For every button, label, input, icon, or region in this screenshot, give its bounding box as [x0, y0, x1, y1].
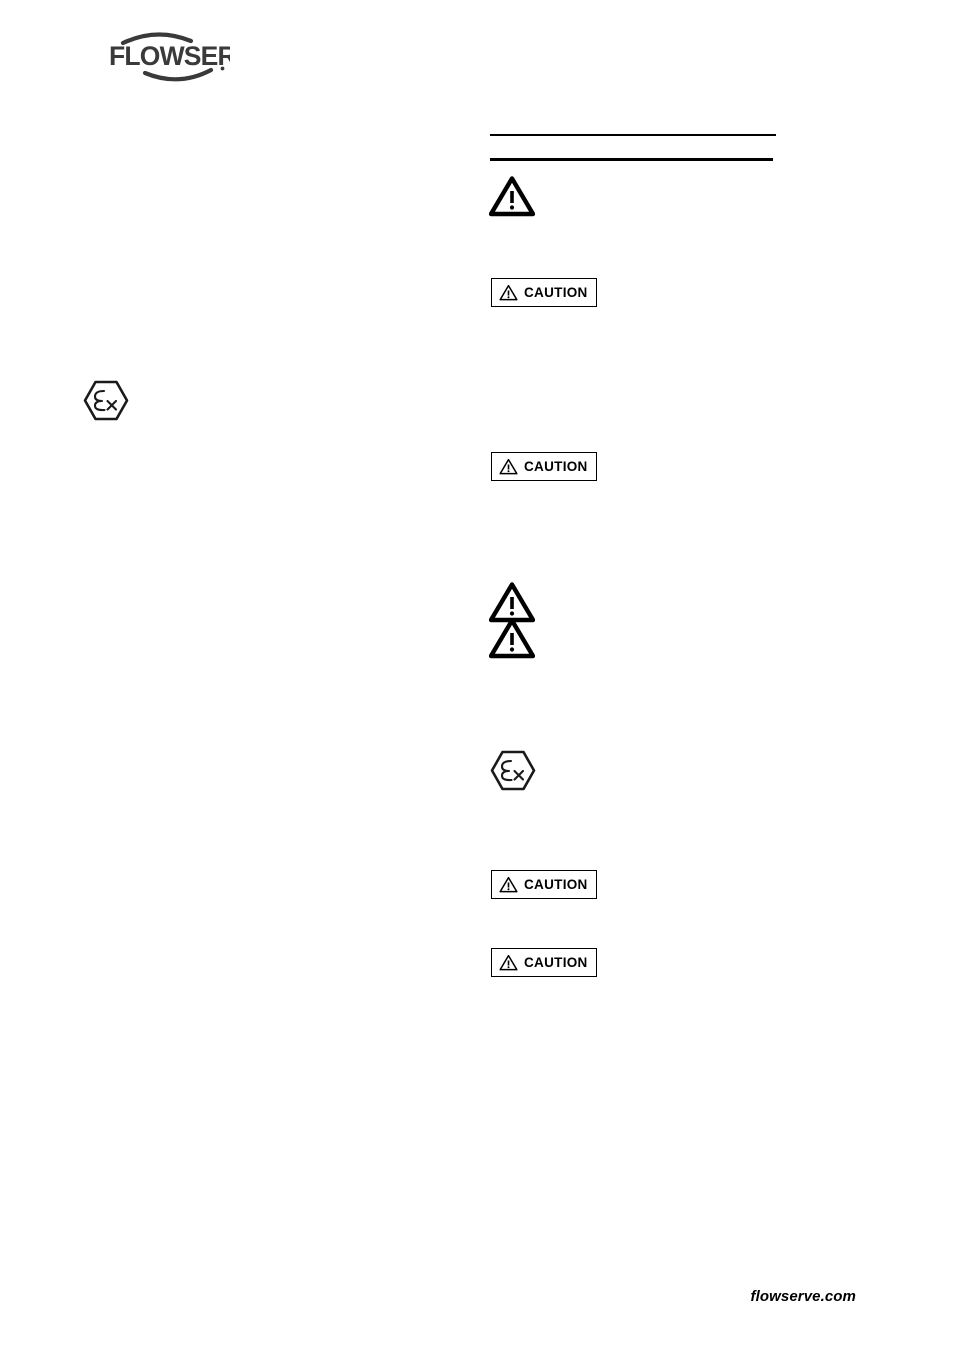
caution-triangle-icon — [499, 458, 518, 475]
flowserve-wordmark: FLOWSERVE — [109, 41, 230, 71]
caution-label: CAUTION — [524, 459, 588, 474]
atex-ex-icon — [489, 748, 537, 793]
atex-ex-icon — [82, 378, 130, 423]
caution-box: CAUTION — [491, 948, 597, 977]
warning-triangle-icon — [489, 582, 535, 623]
caution-label: CAUTION — [524, 877, 588, 892]
caution-triangle-icon — [499, 876, 518, 893]
document-page: FLOWSERVE CAUTION — [0, 0, 954, 1351]
warning-triangle-icon — [489, 176, 535, 217]
warning-triangle-icon — [489, 618, 535, 659]
section-rule-second — [490, 158, 773, 161]
footer-website-url[interactable]: flowserve.com — [750, 1288, 856, 1305]
caution-triangle-icon — [499, 284, 518, 301]
flowserve-logo: FLOWSERVE — [105, 27, 230, 83]
caution-label: CAUTION — [524, 285, 588, 300]
caution-box: CAUTION — [491, 452, 597, 481]
registered-mark-icon — [220, 66, 225, 71]
caution-triangle-icon — [499, 954, 518, 971]
caution-box: CAUTION — [491, 870, 597, 899]
section-rule-top — [490, 134, 776, 137]
caution-box: CAUTION — [491, 278, 597, 307]
caution-label: CAUTION — [524, 955, 588, 970]
